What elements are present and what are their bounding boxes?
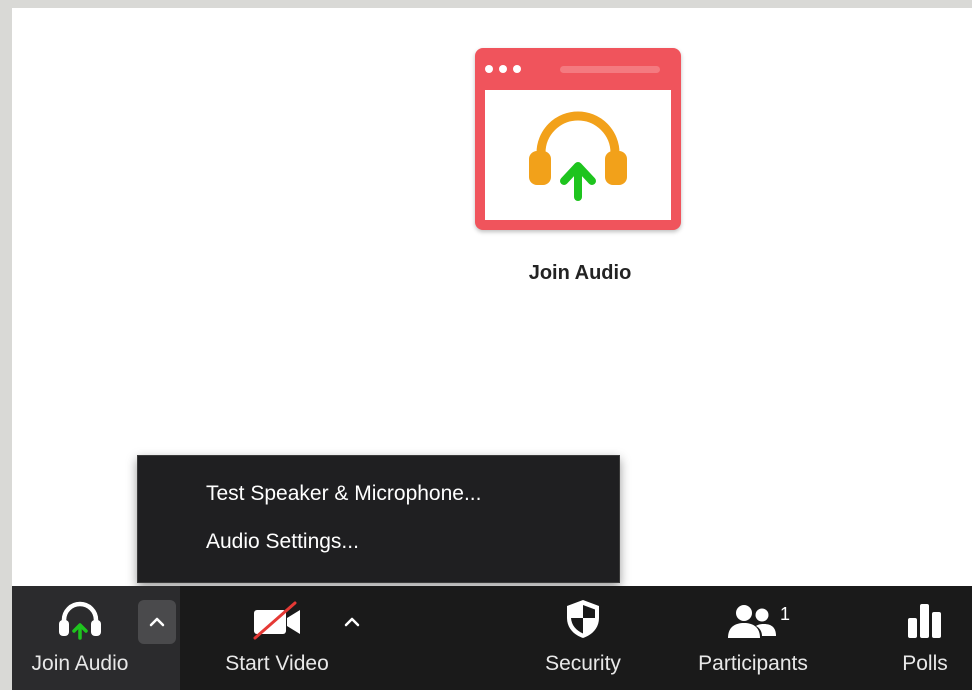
- join-audio-card[interactable]: [475, 48, 681, 230]
- arrow-up-icon: [560, 162, 596, 201]
- video-off-icon: [253, 601, 300, 640]
- video-options-caret[interactable]: [337, 600, 367, 644]
- security-label: Security: [545, 652, 621, 675]
- headphone-icon: [59, 601, 101, 640]
- polls-button[interactable]: Polls: [888, 586, 962, 690]
- participants-count-badge: 1: [779, 604, 790, 624]
- chevron-up-icon: [344, 617, 360, 627]
- join-audio-button[interactable]: Join Audio: [26, 586, 134, 690]
- audio-options-menu: Test Speaker & Microphone... Audio Setti…: [137, 455, 620, 583]
- security-button[interactable]: Security: [530, 586, 636, 690]
- participants-label: Participants: [698, 652, 808, 675]
- menu-item-audio-settings[interactable]: Audio Settings...: [138, 527, 619, 575]
- start-video-button[interactable]: Start Video: [212, 586, 342, 690]
- participants-icon: [728, 605, 776, 638]
- menu-item-test-speaker-microphone[interactable]: Test Speaker & Microphone...: [138, 479, 619, 527]
- join-audio-label: Join Audio: [31, 652, 129, 675]
- window-title-bar: [560, 66, 660, 73]
- participants-button[interactable]: 1 Participants: [688, 586, 818, 690]
- shield-icon: [567, 600, 599, 638]
- chevron-up-icon: [149, 617, 165, 627]
- join-audio-caption: Join Audio: [528, 262, 632, 284]
- audio-options-caret[interactable]: [138, 600, 176, 644]
- headphone-icon: [529, 111, 627, 201]
- polls-label: Polls: [902, 652, 948, 675]
- polls-icon: [908, 604, 941, 638]
- window-dots: [485, 65, 521, 73]
- meeting-toolbar: Join Audio Start Video Security 1 Partic…: [12, 586, 972, 690]
- meeting-window: Join Audio Test Speaker & Microphone... …: [12, 8, 972, 690]
- start-video-label: Start Video: [225, 652, 329, 675]
- join-audio-card-inner: [485, 90, 671, 220]
